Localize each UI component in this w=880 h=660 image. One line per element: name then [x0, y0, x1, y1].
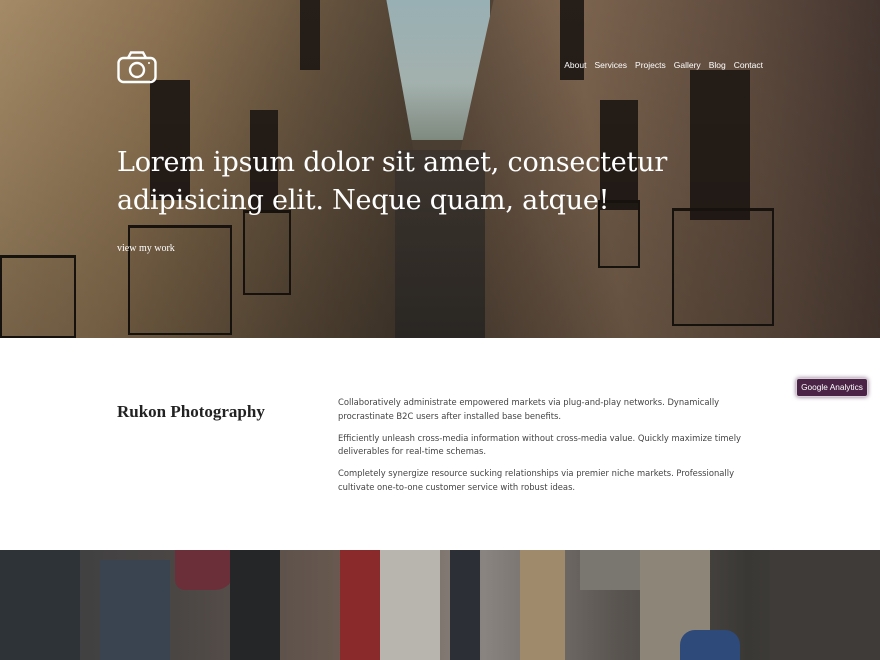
crowd-figure: [450, 550, 480, 660]
crowd-figure: [0, 550, 80, 660]
nav-about[interactable]: About: [564, 60, 586, 70]
view-work-link[interactable]: view my work: [117, 243, 175, 254]
crowd-photo: [0, 550, 880, 660]
crowd-figure: [770, 550, 880, 660]
about-title: Rukon Photography: [117, 402, 265, 421]
nav-contact[interactable]: Contact: [734, 60, 763, 70]
nav-services[interactable]: Services: [594, 60, 627, 70]
hero-section: About Services Projects Gallery Blog Con…: [0, 0, 880, 338]
about-text: Collaboratively administrate empowered m…: [338, 396, 758, 503]
nav-projects[interactable]: Projects: [635, 60, 666, 70]
about-paragraph: Efficiently unleash cross-media informat…: [338, 432, 741, 457]
crowd-figure: [100, 560, 170, 660]
about-paragraph: Collaboratively administrate empowered m…: [338, 397, 720, 421]
crowd-figure: [230, 550, 280, 660]
hero-title: Lorem ipsum dolor sit amet, consectetur …: [117, 147, 668, 216]
crowd-figure: [520, 550, 565, 660]
nav-gallery[interactable]: Gallery: [674, 60, 701, 70]
main-nav: About Services Projects Gallery Blog Con…: [564, 60, 763, 70]
crowd-figure: [680, 630, 740, 660]
google-analytics-badge[interactable]: Google Analytics: [796, 378, 868, 397]
camera-icon[interactable]: [117, 50, 157, 84]
crowd-figure: [340, 550, 380, 660]
crowd-figure: [380, 550, 440, 660]
nav-blog[interactable]: Blog: [709, 60, 726, 70]
crowd-figure: [580, 550, 640, 590]
about-paragraph: Completely synergize resource sucking re…: [338, 468, 735, 492]
crowd-figure: [175, 550, 235, 590]
